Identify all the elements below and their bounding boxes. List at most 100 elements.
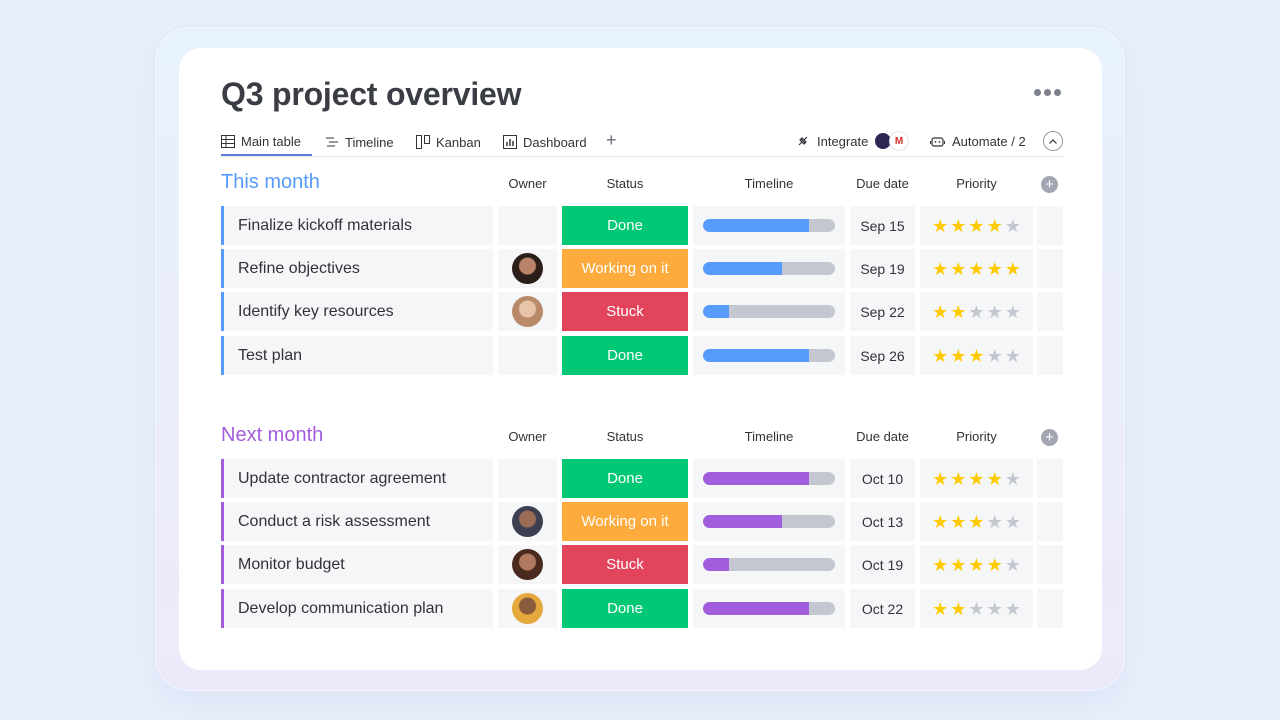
star-icon[interactable]: ★	[950, 303, 966, 321]
column-header-due[interactable]: Due date	[850, 429, 915, 444]
star-icon[interactable]: ★	[950, 217, 966, 235]
table-row[interactable]: Develop communication plan Done Oct 22 ★ ★ ★ ★…	[221, 589, 1064, 628]
item-name-cell[interactable]: Refine objectives	[221, 249, 493, 288]
due-date-cell[interactable]: Oct 10	[850, 459, 915, 498]
timeline-cell[interactable]	[693, 336, 845, 375]
timeline-cell[interactable]	[693, 206, 845, 245]
column-header-due[interactable]: Due date	[850, 176, 915, 191]
priority-rating[interactable]: ★ ★ ★ ★ ★	[920, 545, 1033, 584]
priority-rating[interactable]: ★ ★ ★ ★ ★	[920, 502, 1033, 541]
star-icon[interactable]: ★	[987, 556, 1003, 574]
star-icon[interactable]: ★	[932, 217, 948, 235]
column-header-status[interactable]: Status	[562, 429, 688, 444]
table-row[interactable]: Test plan Done Sep 26 ★ ★ ★ ★ ★	[221, 336, 1064, 375]
item-name-cell[interactable]: Finalize kickoff materials	[221, 206, 493, 245]
item-name-cell[interactable]: Identify key resources	[221, 292, 493, 331]
item-name-cell[interactable]: Test plan	[221, 336, 493, 375]
column-header-timeline[interactable]: Timeline	[693, 176, 845, 191]
due-date-cell[interactable]: Sep 19	[850, 249, 915, 288]
star-icon[interactable]: ★	[987, 217, 1003, 235]
more-options-icon[interactable]	[1032, 84, 1062, 100]
owner-cell[interactable]	[498, 589, 557, 628]
star-icon[interactable]: ★	[1005, 347, 1021, 365]
star-icon[interactable]: ★	[932, 260, 948, 278]
timeline-cell[interactable]	[693, 249, 845, 288]
column-header-priority[interactable]: Priority	[920, 176, 1033, 191]
star-icon[interactable]: ★	[1005, 260, 1021, 278]
status-label[interactable]: Stuck	[562, 292, 688, 331]
table-row[interactable]: Conduct a risk assessment Working on it Oc…	[221, 502, 1064, 541]
add-column-icon[interactable]: +	[1041, 176, 1058, 193]
star-icon[interactable]: ★	[987, 260, 1003, 278]
star-icon[interactable]: ★	[1005, 600, 1021, 618]
star-icon[interactable]: ★	[932, 470, 948, 488]
star-icon[interactable]: ★	[987, 347, 1003, 365]
star-icon[interactable]: ★	[968, 513, 984, 531]
star-icon[interactable]: ★	[950, 556, 966, 574]
star-icon[interactable]: ★	[987, 600, 1003, 618]
priority-rating[interactable]: ★ ★ ★ ★ ★	[920, 249, 1033, 288]
item-name-cell[interactable]: Update contractor agreement	[221, 459, 493, 498]
timeline-cell[interactable]	[693, 502, 845, 541]
table-row[interactable]: Identify key resources Stuck Sep 22 ★ ★ ★ ★ ★	[221, 292, 1064, 331]
priority-rating[interactable]: ★ ★ ★ ★ ★	[920, 206, 1033, 245]
timeline-cell[interactable]	[693, 459, 845, 498]
priority-rating[interactable]: ★ ★ ★ ★ ★	[920, 336, 1033, 375]
integrate-button[interactable]: Integrate	[796, 128, 868, 154]
tab-dashboard[interactable]: Dashboard	[503, 128, 587, 156]
star-icon[interactable]: ★	[950, 600, 966, 618]
tab-kanban[interactable]: Kanban	[416, 128, 481, 156]
add-column-icon[interactable]: +	[1041, 429, 1058, 446]
column-header-owner[interactable]: Owner	[498, 176, 557, 191]
status-label[interactable]: Done	[562, 206, 688, 245]
status-label[interactable]: Done	[562, 459, 688, 498]
star-icon[interactable]: ★	[968, 470, 984, 488]
owner-cell[interactable]	[498, 292, 557, 331]
star-icon[interactable]: ★	[968, 600, 984, 618]
add-view-icon[interactable]: +	[606, 130, 617, 151]
status-label[interactable]: Done	[562, 336, 688, 375]
group-title[interactable]: Next month	[221, 424, 323, 447]
status-label[interactable]: Working on it	[562, 249, 688, 288]
star-icon[interactable]: ★	[968, 217, 984, 235]
status-label[interactable]: Done	[562, 589, 688, 628]
owner-cell[interactable]	[498, 206, 557, 245]
priority-rating[interactable]: ★ ★ ★ ★ ★	[920, 292, 1033, 331]
star-icon[interactable]: ★	[968, 303, 984, 321]
timeline-cell[interactable]	[693, 589, 845, 628]
star-icon[interactable]: ★	[987, 513, 1003, 531]
priority-rating[interactable]: ★ ★ ★ ★ ★	[920, 589, 1033, 628]
star-icon[interactable]: ★	[1005, 217, 1021, 235]
status-label[interactable]: Stuck	[562, 545, 688, 584]
star-icon[interactable]: ★	[932, 600, 948, 618]
star-icon[interactable]: ★	[1005, 470, 1021, 488]
star-icon[interactable]: ★	[968, 347, 984, 365]
star-icon[interactable]: ★	[950, 347, 966, 365]
table-row[interactable]: Finalize kickoff materials Done Sep 15 ★ ★ ★ ★…	[221, 206, 1064, 245]
column-header-status[interactable]: Status	[562, 176, 688, 191]
due-date-cell[interactable]: Oct 19	[850, 545, 915, 584]
due-date-cell[interactable]: Sep 15	[850, 206, 915, 245]
due-date-cell[interactable]: Sep 26	[850, 336, 915, 375]
table-row[interactable]: Monitor budget Stuck Oct 19 ★ ★ ★ ★ ★	[221, 545, 1064, 584]
priority-rating[interactable]: ★ ★ ★ ★ ★	[920, 459, 1033, 498]
automate-button[interactable]: Automate / 2	[930, 128, 1026, 154]
star-icon[interactable]: ★	[932, 513, 948, 531]
owner-cell[interactable]	[498, 459, 557, 498]
collapse-header-button[interactable]	[1043, 131, 1063, 151]
due-date-cell[interactable]: Sep 22	[850, 292, 915, 331]
tab-timeline[interactable]: Timeline	[325, 128, 394, 156]
star-icon[interactable]: ★	[1005, 556, 1021, 574]
owner-cell[interactable]	[498, 336, 557, 375]
star-icon[interactable]: ★	[950, 513, 966, 531]
item-name-cell[interactable]: Develop communication plan	[221, 589, 493, 628]
star-icon[interactable]: ★	[968, 260, 984, 278]
group-title[interactable]: This month	[221, 171, 320, 194]
star-icon[interactable]: ★	[932, 347, 948, 365]
column-header-owner[interactable]: Owner	[498, 429, 557, 444]
owner-cell[interactable]	[498, 502, 557, 541]
owner-cell[interactable]	[498, 249, 557, 288]
item-name-cell[interactable]: Monitor budget	[221, 545, 493, 584]
star-icon[interactable]: ★	[1005, 513, 1021, 531]
star-icon[interactable]: ★	[987, 303, 1003, 321]
